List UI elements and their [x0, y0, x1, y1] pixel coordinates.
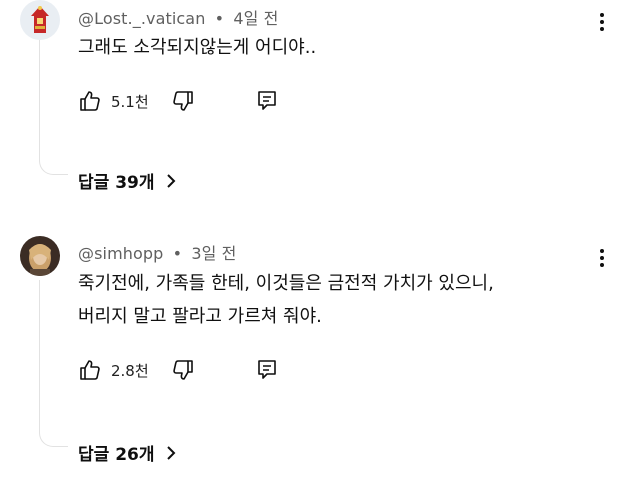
avatar-lost-vatican [20, 0, 60, 40]
timestamp[interactable]: 4일 전 [233, 9, 278, 28]
username[interactable]: @simhopp [78, 244, 163, 263]
thumbs-up-icon[interactable] [78, 358, 102, 382]
avatar[interactable] [20, 236, 60, 276]
reply-icon[interactable] [255, 89, 279, 113]
replies-label: 답글 26개 [78, 445, 155, 465]
comment-1: @Lost._.vatican • 4일 전 그래도 소각되지않는게 어디야..… [0, 0, 640, 210]
thumbs-down-icon[interactable] [171, 89, 195, 113]
reply-thread-line [39, 40, 68, 175]
like-count: 5.1천 [111, 93, 149, 111]
comment-2: @simhopp • 3일 전 죽기전에, 가족들 한테, 이것들은 금전적 가… [0, 232, 640, 480]
timestamp[interactable]: 3일 전 [191, 244, 236, 263]
replies-toggle[interactable]: 답글 39개 [78, 168, 177, 194]
meta-separator: • [214, 9, 225, 28]
replies-label: 답글 39개 [78, 173, 155, 193]
reply-thread-line [39, 280, 68, 447]
comment-text: 죽기전에, 가족들 한테, 이것들은 금전적 가치가 있으니, 버리지 말고 팔… [78, 273, 494, 327]
comment-meta: @simhopp • 3일 전 [78, 240, 236, 264]
thumbs-up-icon[interactable] [78, 89, 102, 113]
like-count: 2.8천 [111, 362, 149, 380]
avatar[interactable] [20, 0, 60, 40]
avatar-simhopp [20, 236, 60, 276]
thumbs-down-icon[interactable] [171, 358, 195, 382]
username[interactable]: @Lost._.vatican [78, 9, 205, 28]
chevron-right-icon [165, 445, 177, 466]
comment-actions: 2.8천 [78, 358, 298, 384]
comment-text: 그래도 소각되지않는게 어디야.. [78, 37, 317, 58]
replies-toggle[interactable]: 답글 26개 [78, 440, 177, 466]
meta-separator: • [172, 244, 183, 263]
chevron-right-icon [165, 173, 177, 194]
reply-icon[interactable] [255, 358, 279, 382]
comment-meta: @Lost._.vatican • 4일 전 [78, 5, 278, 29]
comment-actions: 5.1천 [78, 89, 298, 115]
